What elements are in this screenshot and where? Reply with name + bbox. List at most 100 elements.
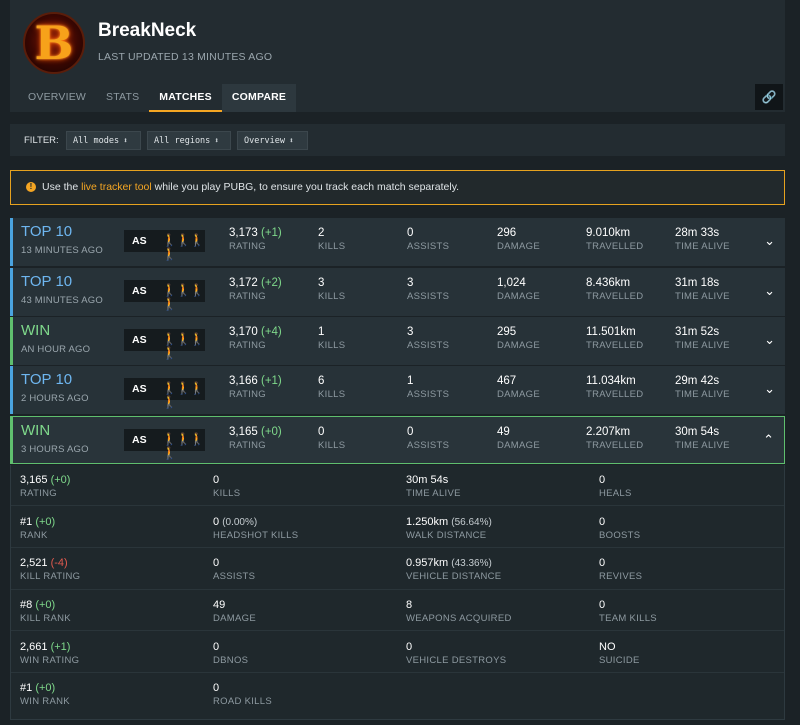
avatar-letter: B [34, 16, 74, 70]
detail-value: NO [599, 641, 616, 653]
stat-label: DAMAGE [497, 389, 540, 400]
stat-label: RATING [229, 291, 266, 302]
detail-stat: 3,165 (+0) RATING [20, 474, 70, 499]
tab-overview[interactable]: OVERVIEW [18, 84, 96, 112]
rating-value: 3,173 [229, 227, 258, 239]
stat-damage: 467 DAMAGE [497, 375, 540, 400]
detail-delta: (+0) [35, 599, 56, 611]
match-time-ago: 2 HOURS AGO [21, 393, 89, 404]
view-select[interactable]: Overview ⬍ [237, 131, 308, 150]
detail-label: ROAD KILLS [213, 696, 272, 707]
stat-kills: 3 KILLS [318, 277, 345, 302]
mode-badge: AS 🚶🚶🚶🚶 [124, 230, 205, 261]
detail-value: 3,165 [20, 474, 48, 486]
travelled-value: 11.034km [586, 375, 636, 387]
travelled-value: 11.501km [586, 326, 636, 338]
stat-label: ASSISTS [407, 241, 450, 252]
region-label: AS [132, 334, 147, 346]
detail-value: 0 [213, 641, 220, 653]
chevron-down-icon[interactable]: ⌄ [764, 381, 775, 397]
chevron-up-icon[interactable]: ⌃ [763, 432, 774, 448]
rating-value: 3,172 [229, 277, 258, 289]
live-tracker-link[interactable]: live tracker tool [81, 181, 152, 193]
stat-label: TRAVELLED [586, 291, 644, 302]
detail-label: DBNOS [213, 655, 249, 666]
squad-icon: 🚶🚶🚶🚶 [162, 432, 205, 460]
filter-bar: FILTER: All modes ⬍ All regions ⬍ Overview… [10, 124, 785, 156]
match-row[interactable]: TOP 10 13 MINUTES AGO AS 🚶🚶🚶🚶 3,173 (+1) … [10, 218, 785, 266]
detail-label: DAMAGE [213, 613, 256, 624]
chevron-down-icon[interactable]: ⌄ [764, 332, 775, 348]
assists-value: 0 [407, 227, 414, 239]
detail-delta: (+0) [35, 682, 56, 694]
mode-badge: AS 🚶🚶🚶🚶 [124, 378, 205, 409]
tab-compare[interactable]: COMPARE [221, 84, 297, 112]
stat-travelled: 11.501km TRAVELLED [586, 326, 643, 351]
tracker-notice: ! Use the live tracker tool while you pl… [10, 170, 785, 205]
rating-delta: (+0) [260, 426, 282, 438]
stat-time-alive: 30m 54s TIME ALIVE [675, 426, 730, 451]
detail-stat: #1 (+0) RANK [20, 516, 55, 541]
match-row[interactable]: WIN AN HOUR AGO AS 🚶🚶🚶🚶 3,170 (+4) RATING… [10, 317, 785, 365]
detail-value: 0 [213, 474, 220, 486]
detail-delta: (+1) [50, 641, 71, 653]
region-label: AS [132, 285, 147, 297]
share-link-button[interactable]: 🔗 [755, 84, 783, 110]
tab-stats[interactable]: STATS [96, 84, 149, 112]
filter-label: FILTER: [24, 135, 59, 146]
time-alive-value: 29m 42s [675, 375, 720, 387]
detail-stat: 0 KILLS [213, 474, 240, 499]
match-time-ago: AN HOUR AGO [21, 344, 91, 355]
stat-kills: 6 KILLS [318, 375, 345, 400]
match-row[interactable]: TOP 10 2 HOURS AGO AS 🚶🚶🚶🚶 3,166 (+1) RAT… [10, 366, 785, 414]
match-placement: TOP 10 [21, 371, 73, 388]
detail-value: 49 [213, 599, 226, 611]
stat-label: DAMAGE [497, 291, 540, 302]
rating-value: 3,165 [229, 426, 258, 438]
stat-label: KILLS [318, 291, 346, 302]
detail-stat: 0 HEALS [599, 474, 632, 499]
notice-text: Use the live tracker tool while you play… [42, 181, 459, 193]
time-alive-value: 31m 52s [675, 326, 720, 338]
stat-label: RATING [229, 389, 266, 400]
detail-label: HEALS [599, 488, 632, 499]
stat-label: ASSISTS [407, 440, 450, 451]
rating-delta: (+4) [260, 326, 282, 338]
chevron-down-icon[interactable]: ⌄ [764, 233, 775, 249]
stat-assists: 3 ASSISTS [407, 326, 449, 351]
stat-label: RATING [229, 340, 266, 351]
detail-value: 0.957km [406, 557, 449, 569]
stat-travelled: 8.436km TRAVELLED [586, 277, 643, 302]
match-placement: WIN [21, 322, 51, 339]
chevron-down-icon[interactable]: ⌄ [764, 283, 775, 299]
detail-label: KILL RANK [20, 613, 71, 624]
region-select[interactable]: All regions ⬍ [147, 131, 231, 150]
detail-stat: NO SUICIDE [599, 641, 640, 666]
stat-label: TIME ALIVE [675, 340, 730, 351]
kills-value: 2 [318, 227, 325, 239]
damage-value: 467 [497, 375, 517, 387]
mode-select[interactable]: All modes ⬍ [66, 131, 141, 150]
notice-post: while you play PUBG, to ensure you track… [151, 181, 460, 193]
damage-value: 49 [497, 426, 510, 438]
match-placement: TOP 10 [21, 273, 73, 290]
detail-delta: (+0) [50, 474, 71, 486]
detail-value: 0 [213, 557, 220, 569]
stat-damage: 295 DAMAGE [497, 326, 540, 351]
detail-label: HEADSHOT KILLS [213, 530, 299, 541]
detail-label: WEAPONS ACQUIRED [406, 613, 512, 624]
match-row[interactable]: WIN 3 HOURS AGO AS 🚶🚶🚶🚶 3,165 (+0) RATING… [10, 416, 785, 464]
tab-matches[interactable]: MATCHES [149, 84, 222, 112]
detail-stat: 0 ASSISTS [213, 557, 255, 582]
detail-delta: (+0) [35, 516, 56, 528]
match-placement: TOP 10 [21, 223, 73, 240]
detail-label: WALK DISTANCE [406, 530, 487, 541]
match-row[interactable]: TOP 10 43 MINUTES AGO AS 🚶🚶🚶🚶 3,172 (+2) … [10, 268, 785, 316]
stat-kills: 0 KILLS [318, 426, 345, 451]
divider [11, 547, 784, 548]
region-label: AS [132, 235, 147, 247]
detail-extra: (0.00%) [222, 517, 258, 528]
rating-delta: (+1) [260, 375, 282, 387]
rating-value: 3,166 [229, 375, 258, 387]
kills-value: 0 [318, 426, 325, 438]
